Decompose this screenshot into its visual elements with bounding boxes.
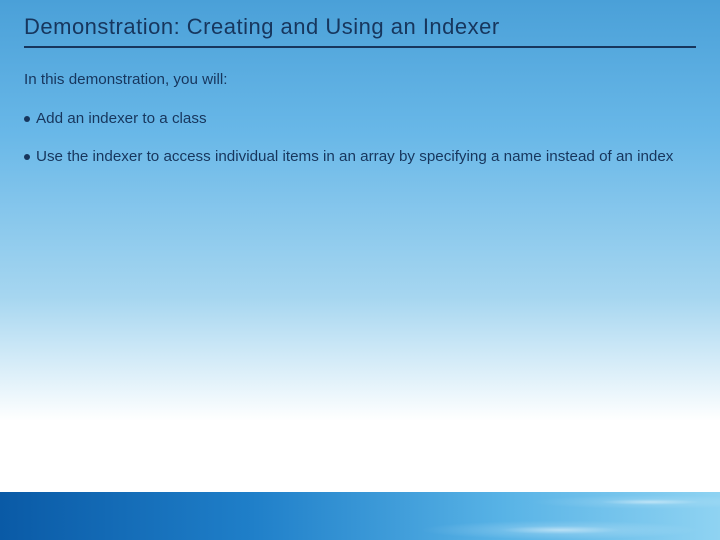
content-area: In this demonstration, you will: Add an … — [24, 70, 692, 186]
list-item: Use the indexer to access individual ite… — [24, 147, 692, 168]
intro-text: In this demonstration, you will: — [24, 70, 692, 91]
footer-band — [0, 492, 720, 540]
list-item: Add an indexer to a class — [24, 109, 692, 130]
slide: Demonstration: Creating and Using an Ind… — [0, 0, 720, 540]
bullet-text: Use the indexer to access individual ite… — [36, 147, 692, 168]
bullet-icon — [24, 116, 30, 122]
slide-title: Demonstration: Creating and Using an Ind… — [24, 14, 696, 40]
bullet-icon — [24, 154, 30, 160]
title-band: Demonstration: Creating and Using an Ind… — [24, 14, 696, 48]
bullet-text: Add an indexer to a class — [36, 109, 692, 130]
